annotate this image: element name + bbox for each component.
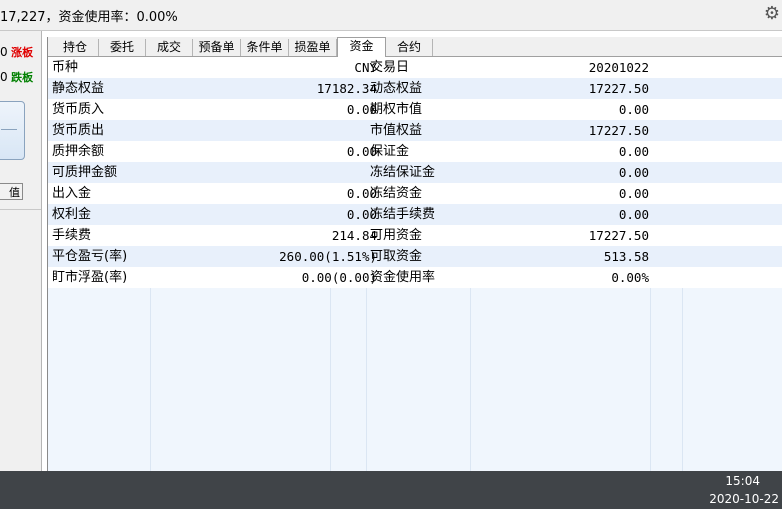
field-label: 可用资金 <box>370 228 423 243</box>
table-row: 平仓盈亏(率) 260.00(1.51%) 可取资金 513.58 <box>48 246 782 267</box>
field-value: 0.00 <box>618 186 649 201</box>
field-value: 17227.50 <box>588 228 649 243</box>
field-label: 动态权益 <box>370 81 423 96</box>
field-label: 交易日 <box>370 60 410 75</box>
table-row: 币种 CNY 交易日 20201022 <box>48 57 782 78</box>
divider <box>0 209 41 210</box>
tab-bar: 持仓 委托 成交 预备单 条件单 损盈单 资金 合约 <box>48 37 782 58</box>
field-label: 保证金 <box>370 144 410 159</box>
field-value: 0.00 <box>618 102 649 117</box>
field-label: 静态权益 <box>52 81 105 96</box>
tab-stop-orders[interactable]: 损盈单 <box>289 39 337 56</box>
table-row: 质押余额 0.00 保证金 0.00 <box>48 141 782 162</box>
field-value: 513.58 <box>603 249 649 264</box>
table-row: 静态权益 17182.34 动态权益 17227.50 <box>48 78 782 99</box>
fund-panel: 持仓 委托 成交 预备单 条件单 损盈单 资金 合约 币种 CNY 交易日 20… <box>47 37 782 471</box>
field-label: 资金使用率 <box>370 270 436 285</box>
field-value: 260.00(1.51%) <box>279 249 377 264</box>
field-label: 期权市值 <box>370 102 423 117</box>
table-row: 货币质入 0.00 期权市值 0.00 <box>48 99 782 120</box>
limit-up-row: 0 涨板 <box>0 44 33 60</box>
account-summary-text: 17,227，资金使用率：0.00% <box>0 10 178 25</box>
limit-down-row: 0 跌板 <box>0 69 33 85</box>
field-label: 冻结手续费 <box>370 207 436 222</box>
field-label: 冻结资金 <box>370 186 423 201</box>
table-row: 手续费 214.84 可用资金 17227.50 <box>48 225 782 246</box>
field-label: 市值权益 <box>370 123 423 138</box>
field-label: 质押余额 <box>52 144 105 159</box>
tab-positions[interactable]: 持仓 <box>52 39 99 56</box>
fund-grid: 币种 CNY 交易日 20201022 静态权益 17182.34 动态权益 1… <box>48 57 782 471</box>
table-row: 出入金 0.00 冻结资金 0.00 <box>48 183 782 204</box>
field-label: 可取资金 <box>370 249 423 264</box>
field-label: 冻结保证金 <box>370 165 436 180</box>
field-value: 20201022 <box>588 60 649 75</box>
field-label: 平仓盈亏(率) <box>52 249 128 264</box>
table-row: 盯市浮盈(率) 0.00(0.00) 资金使用率 0.00% <box>48 267 782 288</box>
tab-conditional-orders[interactable]: 条件单 <box>241 39 289 56</box>
order-panel-button[interactable] <box>0 101 25 160</box>
clock-date: 2020-10-22 <box>709 492 779 506</box>
limit-down-label: 跌板 <box>11 71 34 84</box>
field-label: 币种 <box>52 60 79 75</box>
field-value: 0.00 <box>618 207 649 222</box>
field-value: 0.00 <box>618 144 649 159</box>
table-row: 可质押金额 冻结保证金 0.00 <box>48 162 782 183</box>
field-label: 权利金 <box>52 207 92 222</box>
field-value: 0.00 <box>618 165 649 180</box>
gear-icon[interactable]: ⚙ <box>764 3 780 24</box>
tab-orders[interactable]: 委托 <box>99 39 146 56</box>
field-label: 手续费 <box>52 228 92 243</box>
clock-time: 15:04 <box>725 474 760 488</box>
field-label: 盯市浮盈(率) <box>52 270 128 285</box>
field-value: 17227.50 <box>588 123 649 138</box>
tab-contracts[interactable]: 合约 <box>386 39 433 56</box>
field-label: 出入金 <box>52 186 92 201</box>
field-label: 货币质入 <box>52 102 105 117</box>
left-side-panel: 0 涨板 0 跌板 值 <box>0 31 42 471</box>
field-value: 17227.50 <box>588 81 649 96</box>
limit-up-label: 涨板 <box>11 46 34 59</box>
status-bar: 15:04 2020-10-22 <box>0 471 782 509</box>
tab-pre-orders[interactable]: 预备单 <box>193 39 241 56</box>
table-row: 货币质出 市值权益 17227.50 <box>48 120 782 141</box>
field-label: 可质押金额 <box>52 165 118 180</box>
field-value: 0.00% <box>611 270 649 285</box>
limit-up-digit: 0 <box>0 45 8 59</box>
tab-trades[interactable]: 成交 <box>146 39 193 56</box>
table-row: 权利金 0.00 冻结手续费 0.00 <box>48 204 782 225</box>
value-button[interactable]: 值 <box>0 183 23 200</box>
limit-down-digit: 0 <box>0 70 8 84</box>
account-summary-bar: 17,227，资金使用率：0.00% ⚙ <box>0 0 782 31</box>
tab-funds[interactable]: 资金 <box>337 37 386 58</box>
field-value: 17182.34 <box>316 81 377 96</box>
field-label: 货币质出 <box>52 123 105 138</box>
field-value: 0.00(0.00) <box>301 270 377 285</box>
